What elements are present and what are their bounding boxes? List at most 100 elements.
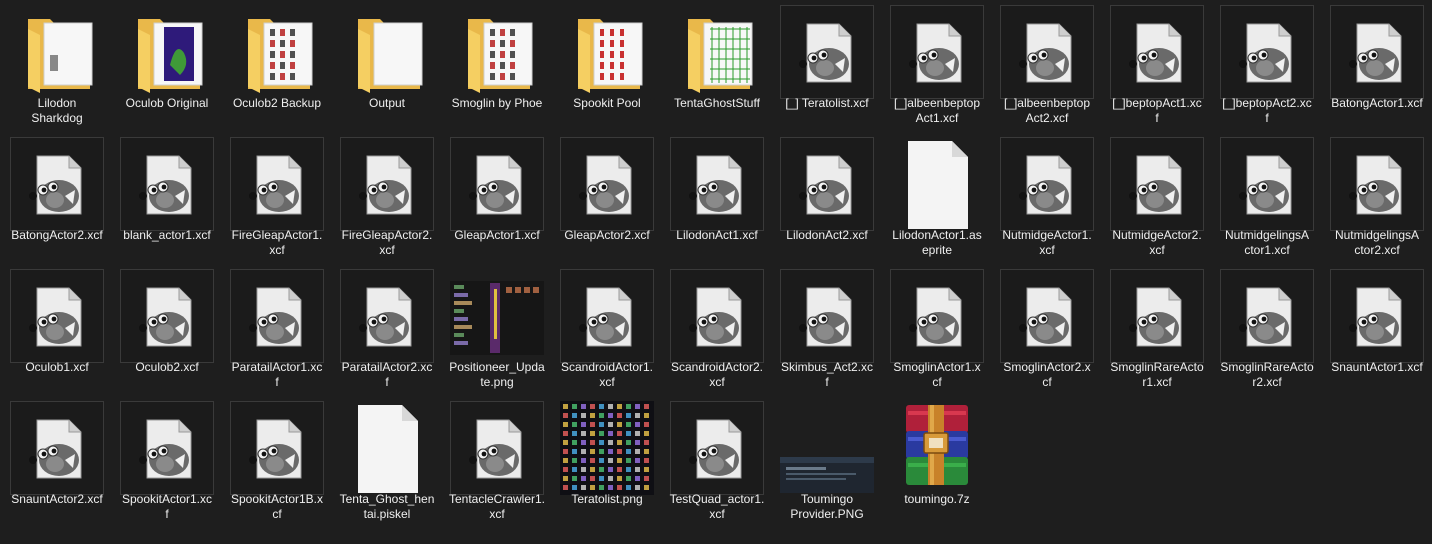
item-label: blank_actor1.xcf bbox=[123, 228, 211, 242]
file-item[interactable]: [_]beptopAct1.xc f bbox=[1103, 0, 1211, 128]
folder-item[interactable]: Smoglin by Phoe bbox=[443, 0, 551, 128]
item-label: Oculob2.xcf bbox=[135, 360, 199, 374]
item-label: Output bbox=[368, 96, 406, 110]
folder-icon bbox=[450, 5, 544, 99]
file-item[interactable]: NutmidgeActor2. xcf bbox=[1103, 132, 1211, 260]
item-label: LilodonActor1.as eprite bbox=[892, 228, 982, 257]
file-item[interactable]: [_]beptopAct2.xc f bbox=[1213, 0, 1321, 128]
folder-item[interactable]: Spookit Pool bbox=[553, 0, 661, 128]
folder-item[interactable]: TentaGhostStuff bbox=[663, 0, 771, 128]
gimp-file-icon bbox=[10, 137, 104, 231]
item-label: NutmidgelingsA ctor1.xcf bbox=[1224, 228, 1310, 257]
file-item[interactable]: FireGleapActor2. xcf bbox=[333, 132, 441, 260]
file-item[interactable]: SmoglinRareActo r2.xcf bbox=[1213, 264, 1321, 392]
gimp-file-icon bbox=[1000, 269, 1094, 363]
file-item[interactable]: SpookitActor1B.x cf bbox=[223, 396, 331, 524]
folder-icon bbox=[340, 5, 434, 99]
file-item[interactable]: blank_actor1.xcf bbox=[113, 132, 221, 260]
file-item[interactable]: SnauntActor2.xcf bbox=[3, 396, 111, 524]
gimp-file-icon bbox=[450, 401, 544, 495]
file-item[interactable]: Teratolist.png bbox=[553, 396, 661, 524]
item-label: SnauntActor1.xcf bbox=[1331, 360, 1423, 374]
folder-icon bbox=[560, 5, 654, 99]
folder-item[interactable]: Output bbox=[333, 0, 441, 128]
gimp-file-icon bbox=[890, 5, 984, 99]
file-item[interactable]: [_]albeenbeptop Act1.xcf bbox=[883, 0, 991, 128]
folder-item[interactable]: Oculob2 Backup bbox=[223, 0, 331, 128]
gimp-file-icon bbox=[670, 269, 764, 363]
folder-icon bbox=[670, 5, 764, 99]
item-label: ScandroidActor1. xcf bbox=[560, 360, 654, 389]
file-item[interactable]: Positioneer_Upda te.png bbox=[443, 264, 551, 392]
file-item[interactable]: NutmidgelingsA ctor1.xcf bbox=[1213, 132, 1321, 260]
file-item[interactable]: FireGleapActor1. xcf bbox=[223, 132, 331, 260]
item-label: GleapActor1.xcf bbox=[454, 228, 540, 242]
item-label: NutmidgeActor2. xcf bbox=[1112, 228, 1202, 257]
item-label: [_] Teratolist.xcf bbox=[785, 96, 869, 110]
gimp-file-icon bbox=[340, 137, 434, 231]
gimp-file-icon bbox=[10, 401, 104, 495]
folder-item[interactable]: Lilodon Sharkdog bbox=[3, 0, 111, 128]
item-label: SpookitActor1B.x cf bbox=[230, 492, 324, 521]
gimp-file-icon bbox=[1110, 5, 1204, 99]
gimp-file-icon bbox=[120, 137, 214, 231]
file-item[interactable]: LilodonActor1.as eprite bbox=[883, 132, 991, 260]
file-item[interactable]: ParatailActor2.xc f bbox=[333, 264, 441, 392]
gimp-file-icon bbox=[780, 137, 874, 231]
file-item[interactable]: ScandroidActor2. xcf bbox=[663, 264, 771, 392]
item-label: NutmidgelingsA ctor2.xcf bbox=[1334, 228, 1420, 257]
folder-item[interactable]: Oculob Original bbox=[113, 0, 221, 128]
file-item[interactable]: SmoglinRareActo r1.xcf bbox=[1103, 264, 1211, 392]
file-item[interactable]: ParatailActor1.xc f bbox=[223, 264, 331, 392]
winrar-archive-icon bbox=[890, 401, 984, 495]
item-label: TentaGhostStuff bbox=[674, 96, 760, 110]
item-label: GleapActor2.xcf bbox=[564, 228, 650, 242]
item-label: Tenta_Ghost_hen tai.piskel bbox=[339, 492, 435, 521]
file-item[interactable]: BatongActor2.xcf bbox=[3, 132, 111, 260]
item-label: Oculob1.xcf bbox=[25, 360, 89, 374]
item-label: [_]beptopAct1.xc f bbox=[1112, 96, 1202, 125]
file-item[interactable]: Oculob1.xcf bbox=[3, 264, 111, 392]
item-label: SnauntActor2.xcf bbox=[11, 492, 103, 506]
file-item[interactable]: BatongActor1.xcf bbox=[1323, 0, 1431, 128]
image-thumbnail bbox=[780, 401, 874, 495]
item-label: Skimbus_Act2.xc f bbox=[780, 360, 874, 389]
item-label: Oculob Original bbox=[125, 96, 209, 110]
item-label: BatongActor1.xcf bbox=[1331, 96, 1423, 110]
file-item[interactable]: ScandroidActor1. xcf bbox=[553, 264, 661, 392]
file-item[interactable]: Toumingo Provider.PNG bbox=[773, 396, 881, 524]
file-item[interactable]: TentacleCrawler1. xcf bbox=[443, 396, 551, 524]
file-item[interactable]: NutmidgeActor1. xcf bbox=[993, 132, 1101, 260]
file-item[interactable]: TestQuad_actor1. xcf bbox=[663, 396, 771, 524]
file-grid: Lilodon Sharkdog Oculob Original Oculob2… bbox=[0, 0, 1432, 544]
file-item[interactable]: [_] Teratolist.xcf bbox=[773, 0, 881, 128]
file-item[interactable]: Skimbus_Act2.xc f bbox=[773, 264, 881, 392]
file-item[interactable]: GleapActor2.xcf bbox=[553, 132, 661, 260]
file-item[interactable]: SmoglinActor2.x cf bbox=[993, 264, 1101, 392]
file-item[interactable]: LilodonAct1.xcf bbox=[663, 132, 771, 260]
gimp-file-icon bbox=[1220, 137, 1314, 231]
item-label: Smoglin by Phoe bbox=[451, 96, 543, 110]
gimp-file-icon bbox=[230, 137, 324, 231]
gimp-file-icon bbox=[1220, 5, 1314, 99]
file-item[interactable]: SmoglinActor1.x cf bbox=[883, 264, 991, 392]
gimp-file-icon bbox=[450, 137, 544, 231]
item-label: Lilodon Sharkdog bbox=[31, 96, 83, 125]
item-label: ParatailActor1.xc f bbox=[231, 360, 323, 389]
file-item[interactable]: [_]albeenbeptop Act2.xcf bbox=[993, 0, 1101, 128]
gimp-file-icon bbox=[340, 269, 434, 363]
file-item[interactable]: Oculob2.xcf bbox=[113, 264, 221, 392]
item-label: FireGleapActor2. xcf bbox=[341, 228, 433, 257]
file-item[interactable]: SnauntActor1.xcf bbox=[1323, 264, 1431, 392]
file-item[interactable]: Tenta_Ghost_hen tai.piskel bbox=[333, 396, 441, 524]
file-item[interactable]: LilodonAct2.xcf bbox=[773, 132, 881, 260]
file-item[interactable]: NutmidgelingsA ctor2.xcf bbox=[1323, 132, 1431, 260]
file-item[interactable]: toumingo.7z bbox=[883, 396, 991, 524]
item-label: Spookit Pool bbox=[573, 96, 641, 110]
gimp-file-icon bbox=[1330, 5, 1424, 99]
item-label: Positioneer_Upda te.png bbox=[449, 360, 545, 389]
file-item[interactable]: GleapActor1.xcf bbox=[443, 132, 551, 260]
folder-icon bbox=[10, 5, 104, 99]
file-item[interactable]: SpookitActor1.xc f bbox=[113, 396, 221, 524]
gimp-file-icon bbox=[670, 401, 764, 495]
